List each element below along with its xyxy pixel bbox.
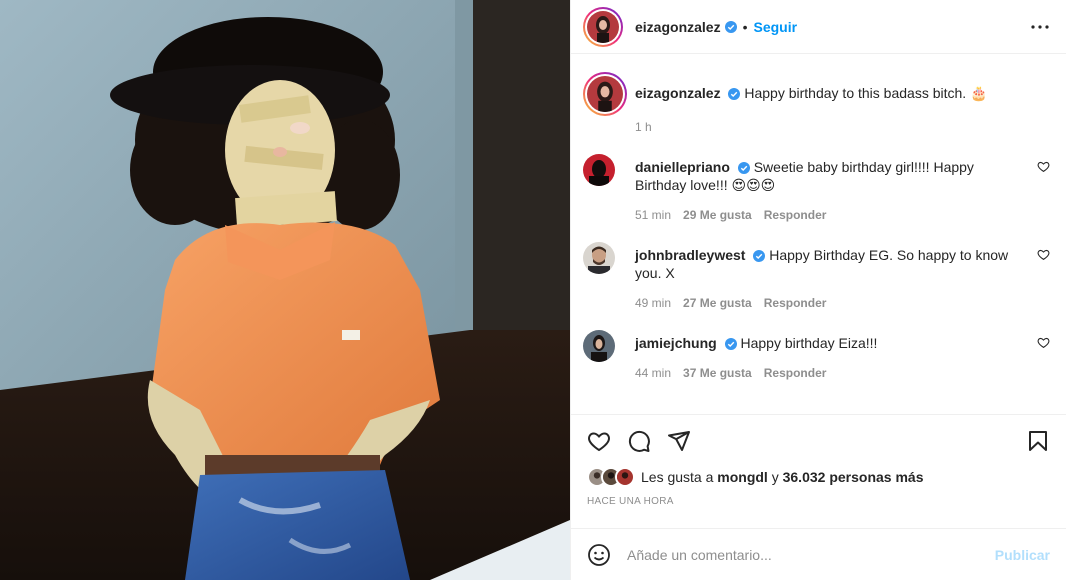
commenter-avatar[interactable]: [583, 242, 615, 274]
publish-button[interactable]: Publicar: [995, 547, 1050, 563]
comment-like-heart-icon[interactable]: [1037, 336, 1050, 349]
commenter-avatar[interactable]: [583, 330, 615, 362]
add-comment-bar: Publicar: [571, 528, 1066, 580]
verified-badge-icon: [728, 88, 741, 100]
comment-likes[interactable]: 29 Me gusta: [683, 208, 752, 222]
caption-text: Happy birthday to this badass bitch. 🎂: [744, 85, 988, 101]
comment-like-heart-icon[interactable]: [1037, 248, 1050, 261]
caption-avatar-ring[interactable]: [583, 72, 627, 116]
photo-illustration: [0, 0, 570, 580]
comments-list[interactable]: eizagonzalez Happy birthday to this bada…: [571, 54, 1066, 414]
comment-username[interactable]: johnbradleywest: [635, 247, 745, 263]
comment-time[interactable]: 49 min: [635, 296, 671, 310]
verified-badge-icon: [724, 338, 737, 350]
comment-username[interactable]: jamiejchung: [635, 335, 717, 351]
comment-username[interactable]: daniellepriano: [635, 159, 730, 175]
comment-icon[interactable]: [627, 429, 651, 453]
follow-button[interactable]: Seguir: [754, 19, 798, 35]
comment-text: Happy birthday Eiza!!!: [740, 335, 878, 351]
comment-time[interactable]: 51 min: [635, 208, 671, 222]
caption-avatar: [587, 76, 623, 112]
caption: eizagonzalez Happy birthday to this bada…: [583, 72, 1050, 134]
likes-others[interactable]: 36.032 personas más: [783, 469, 924, 485]
likes-summary[interactable]: Les gusta a mongdl y 36.032 personas más: [571, 466, 1066, 488]
likes-text: Les gusta a mongdl y 36.032 personas más: [641, 469, 923, 485]
commenter-avatar[interactable]: [583, 154, 615, 186]
reply-button[interactable]: Responder: [764, 208, 827, 222]
comment-item: jamiejchung Happy birthday Eiza!!! 44 mi…: [583, 328, 1050, 380]
comment-like-heart-icon[interactable]: [1037, 160, 1050, 173]
reply-button[interactable]: Responder: [764, 366, 827, 380]
share-icon[interactable]: [667, 429, 691, 453]
more-options-icon[interactable]: [1028, 15, 1052, 39]
likes-prefix: Les gusta a: [641, 469, 714, 485]
comment-item: johnbradleywest Happy Birthday EG. So ha…: [583, 240, 1050, 310]
bookmark-icon[interactable]: [1026, 429, 1050, 453]
comment-likes[interactable]: 27 Me gusta: [683, 296, 752, 310]
likers-avatars: [587, 467, 635, 487]
comment-time[interactable]: 44 min: [635, 366, 671, 380]
caption-username[interactable]: eizagonzalez: [635, 85, 721, 101]
comment-likes[interactable]: 37 Me gusta: [683, 366, 752, 380]
post-header: eizagonzalez • Seguir: [571, 0, 1066, 54]
verified-badge-icon: [753, 250, 766, 262]
post-side-panel: eizagonzalez • Seguir eizagonzalez Happy…: [570, 0, 1066, 580]
author-avatar-ring[interactable]: [583, 6, 623, 47]
emoji-icon[interactable]: [587, 543, 611, 567]
comment-item: daniellepriano Sweetie baby birthday gir…: [583, 152, 1050, 222]
likes-conj: y: [771, 469, 779, 485]
post-actions: [571, 414, 1066, 466]
comment-input[interactable]: [627, 546, 995, 563]
reply-button[interactable]: Responder: [764, 296, 827, 310]
liker-avatar: [615, 467, 635, 487]
author-username[interactable]: eizagonzalez: [635, 19, 721, 35]
header-separator: •: [742, 18, 748, 35]
author-avatar: [587, 10, 619, 43]
post-modal: eizagonzalez • Seguir eizagonzalez Happy…: [0, 0, 1066, 580]
verified-badge-icon: [737, 162, 750, 174]
post-photo[interactable]: [0, 0, 570, 580]
heart-icon[interactable]: [587, 429, 611, 453]
verified-badge-icon: [724, 20, 737, 33]
likes-user[interactable]: mongdl: [717, 469, 768, 485]
post-timestamp[interactable]: HACE UNA HORA: [571, 488, 1066, 520]
caption-time[interactable]: 1 h: [635, 120, 652, 134]
